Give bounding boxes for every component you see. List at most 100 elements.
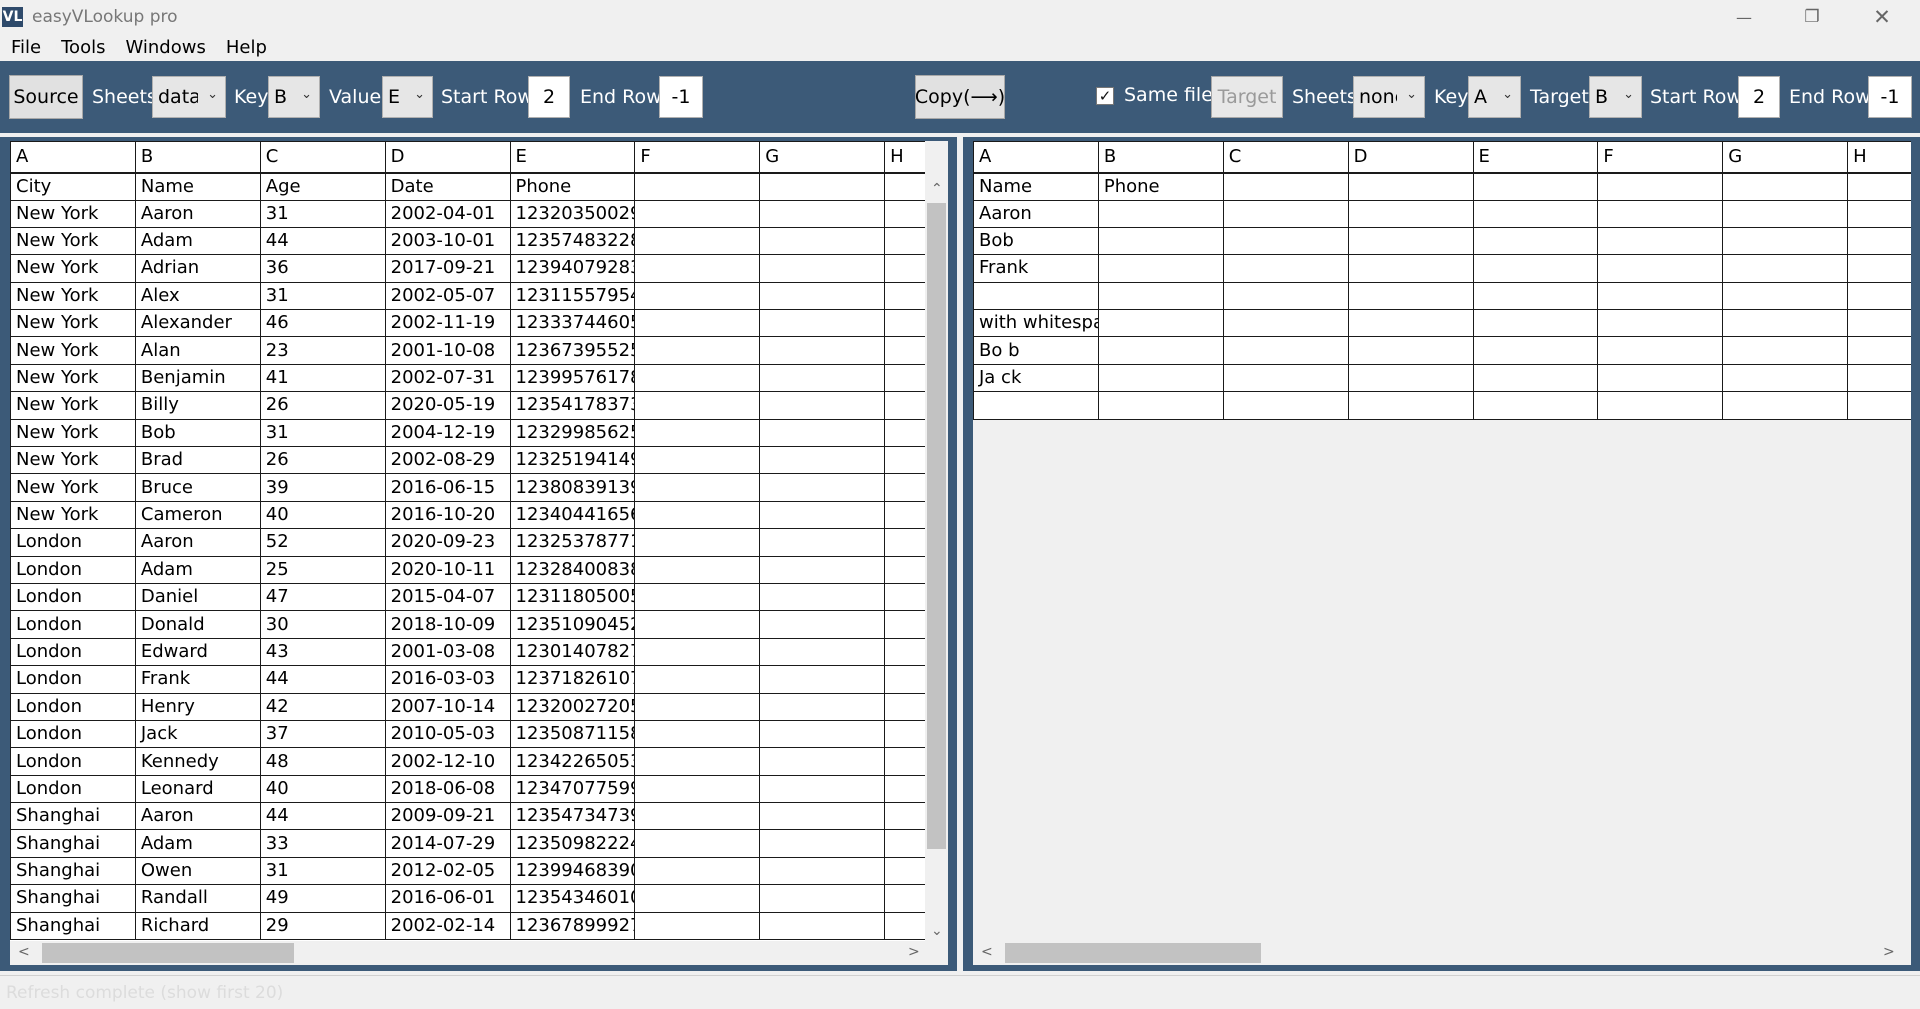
source-column-header[interactable]: F	[634, 141, 761, 174]
source-cell[interactable]: Date	[384, 172, 511, 201]
target-cell[interactable]	[1222, 226, 1349, 256]
source-cell[interactable]: Alexander	[134, 309, 261, 338]
source-cell[interactable]: London	[10, 582, 136, 612]
source-cell[interactable]: London	[10, 528, 136, 557]
scroll-left-icon[interactable]: <	[981, 944, 993, 960]
source-cell[interactable]: 2016-06-01	[384, 884, 511, 913]
target-cell[interactable]	[1097, 254, 1224, 283]
source-horizontal-scrollbar[interactable]: < >	[10, 941, 948, 965]
target-cell[interactable]	[1722, 309, 1849, 338]
target-cell[interactable]	[1472, 309, 1599, 338]
target-column-header[interactable]: A	[973, 141, 1099, 174]
target-cell[interactable]	[1472, 199, 1599, 228]
source-cell[interactable]: 2016-10-20	[384, 500, 511, 530]
source-cell[interactable]: Kennedy	[134, 747, 261, 776]
source-cell[interactable]: New York	[10, 226, 136, 256]
source-column-header[interactable]: A	[10, 141, 136, 174]
target-end-row-input[interactable]: -1	[1868, 76, 1912, 118]
target-cell[interactable]	[1597, 226, 1724, 256]
target-column-header[interactable]: G	[1722, 141, 1849, 174]
source-cell[interactable]	[884, 226, 925, 256]
source-cell[interactable]: 23	[259, 336, 386, 365]
source-column-header[interactable]: C	[259, 141, 386, 174]
source-cell[interactable]	[759, 528, 886, 557]
source-cell[interactable]: New York	[10, 281, 136, 311]
source-cell[interactable]	[884, 665, 925, 694]
source-cell[interactable]: New York	[10, 446, 136, 475]
source-cell[interactable]	[634, 692, 761, 721]
source-cell[interactable]: Daniel	[134, 582, 261, 612]
target-cell[interactable]	[1472, 336, 1599, 365]
target-cell[interactable]	[1222, 309, 1349, 338]
source-cell[interactable]: New York	[10, 391, 136, 420]
source-key-select[interactable]: B ⌄	[268, 76, 320, 118]
target-cell[interactable]	[1472, 363, 1599, 393]
target-cell[interactable]	[1097, 391, 1224, 420]
target-cell[interactable]	[1597, 172, 1724, 201]
source-cell[interactable]: 31	[259, 281, 386, 311]
target-cell[interactable]	[1222, 254, 1349, 283]
target-cell[interactable]: with whitespace	[973, 309, 1099, 338]
source-cell[interactable]	[634, 747, 761, 776]
source-cell[interactable]	[759, 719, 886, 749]
source-cell[interactable]	[884, 281, 925, 311]
source-cell[interactable]	[759, 884, 886, 913]
source-cell[interactable]: Alex	[134, 281, 261, 311]
source-cell[interactable]: 40	[259, 774, 386, 804]
source-cell[interactable]: 2004-12-19	[384, 418, 511, 448]
source-cell[interactable]: 12354346010	[509, 884, 636, 913]
target-cell[interactable]	[1847, 363, 1911, 393]
source-cell[interactable]: Shanghai	[10, 884, 136, 913]
source-cell[interactable]	[884, 610, 925, 639]
source-cell[interactable]: London	[10, 610, 136, 639]
target-cell[interactable]	[1597, 336, 1724, 365]
source-end-row-input[interactable]: -1	[659, 76, 703, 118]
source-cell[interactable]: New York	[10, 473, 136, 502]
same-file-checkbox[interactable]: ✓	[1096, 87, 1114, 105]
source-column-header[interactable]: H	[884, 141, 925, 174]
source-cell[interactable]: 12380839139	[509, 473, 636, 502]
source-cell[interactable]	[634, 363, 761, 393]
source-cell[interactable]: Adam	[134, 555, 261, 584]
source-cell[interactable]: Adrian	[134, 254, 261, 283]
source-cell[interactable]: 12354178373	[509, 391, 636, 420]
source-start-row-input[interactable]: 2	[528, 76, 570, 118]
source-cell[interactable]	[759, 446, 886, 475]
source-cell[interactable]: 2020-10-11	[384, 555, 511, 584]
source-cell[interactable]: City	[10, 172, 136, 201]
source-cell[interactable]	[884, 446, 925, 475]
target-cell[interactable]: Frank	[973, 254, 1099, 283]
target-cell[interactable]	[1097, 336, 1224, 365]
source-value-select[interactable]: E ⌄	[382, 76, 433, 118]
target-cell[interactable]	[1347, 254, 1474, 283]
source-cell[interactable]	[759, 692, 886, 721]
source-cell[interactable]: 12394079283	[509, 254, 636, 283]
source-cell[interactable]	[884, 363, 925, 393]
source-column-header[interactable]: G	[759, 141, 886, 174]
source-cell[interactable]	[759, 911, 886, 941]
source-cell[interactable]: New York	[10, 363, 136, 393]
source-cell[interactable]: Frank	[134, 665, 261, 694]
source-cell[interactable]	[634, 802, 761, 831]
source-cell[interactable]: London	[10, 637, 136, 667]
target-cell[interactable]	[1847, 226, 1911, 256]
target-cell[interactable]	[1597, 199, 1724, 228]
target-cell[interactable]	[1222, 172, 1349, 201]
target-cell[interactable]	[1722, 254, 1849, 283]
source-cell[interactable]	[884, 309, 925, 338]
source-cell[interactable]	[634, 254, 761, 283]
source-cell[interactable]: 12329985625	[509, 418, 636, 448]
source-cell[interactable]: London	[10, 692, 136, 721]
source-cell[interactable]: 2002-12-10	[384, 747, 511, 776]
menu-file[interactable]: File	[11, 37, 41, 58]
scroll-down-icon[interactable]: ⌄	[931, 923, 943, 939]
source-cell[interactable]	[884, 637, 925, 667]
source-cell[interactable]: London	[10, 774, 136, 804]
source-vertical-scrollbar[interactable]: ⌃ ⌄	[925, 141, 948, 941]
target-cell[interactable]	[1347, 281, 1474, 311]
target-cell[interactable]	[1722, 336, 1849, 365]
source-cell[interactable]: 12350982224	[509, 829, 636, 858]
minimize-button[interactable]: —	[1710, 0, 1778, 34]
source-cell[interactable]	[884, 254, 925, 283]
source-cell[interactable]	[759, 226, 886, 256]
